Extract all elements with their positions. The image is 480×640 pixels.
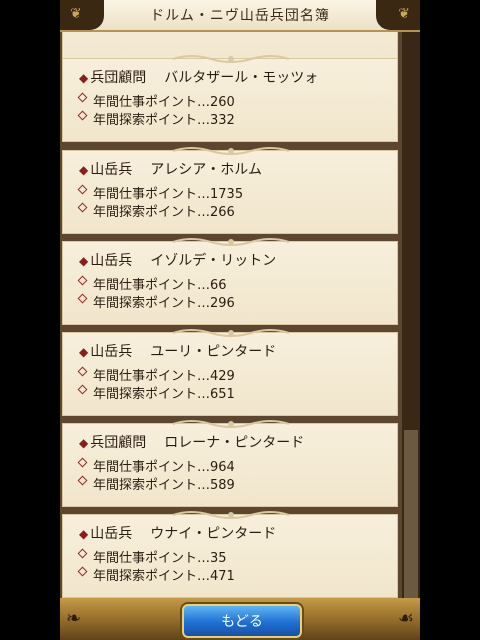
list-item[interactable]: ◆ 山岳兵 アレシア・ホルム 年間仕事ポイント…1735 年間探索ポイント…266 [62,147,398,234]
explore-points: 年間探索ポイント…471 [77,565,235,584]
diamond-outline-icon [77,548,88,559]
divider-ornament-icon [172,511,290,519]
list-item[interactable]: ◆ 山岳兵 イゾルデ・リットン 年間仕事ポイント…66 年間探索ポイント…296 [62,238,398,325]
list-item[interactable]: ◆ 山岳兵 ユーリ・ピンタード 年間仕事ポイント…429 年間探索ポイント…651 [62,329,398,416]
explore-points-label: 年間探索ポイント… [93,296,211,311]
diamond-icon: ◆ [79,71,89,85]
work-points: 年間仕事ポイント…429 [77,365,235,384]
explore-points: 年間探索ポイント…651 [77,383,235,402]
explore-points: 年間探索ポイント…332 [77,109,235,128]
member-title: ◆ 兵団顧問 ロレーナ・ピンタード [79,432,304,452]
ornament-icon: ❦ [70,6,82,22]
list-item[interactable]: ◆ 山岳兵 ウナイ・ピンタード 年間仕事ポイント…35 年間探索ポイント…471 [62,511,398,598]
divider-ornament-icon [172,420,290,428]
explore-points-label: 年間探索ポイント… [93,478,211,493]
work-points-value: 66 [210,278,227,293]
member-rank: 兵団顧問 [90,70,147,86]
work-points: 年間仕事ポイント…35 [77,547,227,566]
member-title: ◆ 兵団顧問 バルタザール・モッツォ [79,67,318,87]
explore-points-value: 266 [210,205,235,220]
member-name: アレシア・ホルム [150,162,262,178]
work-points-value: 260 [210,95,235,110]
explore-points-label: 年間探索ポイント… [93,387,211,402]
work-points-label: 年間仕事ポイント… [93,95,211,110]
diamond-outline-icon [77,475,88,486]
explore-points-value: 651 [210,387,235,402]
member-rank: 山岳兵 [90,253,133,269]
member-name: イゾルデ・リットン [150,253,277,269]
member-title: ◆ 山岳兵 イゾルデ・リットン [79,250,276,270]
member-name: ロレーナ・ピンタード [164,435,305,451]
member-rank: 山岳兵 [90,526,133,542]
work-points: 年間仕事ポイント…260 [77,91,235,110]
member-list[interactable]: ◆ 兵団顧問 バルタザール・モッツォ 年間仕事ポイント…260 年間探索ポイント…3… [60,30,402,598]
divider-ornament-icon [172,238,290,246]
header-ornament-right: ❦ [376,0,420,30]
explore-points: 年間探索ポイント…589 [77,474,235,493]
work-points-value: 964 [210,460,235,475]
diamond-outline-icon [77,384,88,395]
work-points-value: 35 [210,551,227,566]
diamond-icon: ◆ [79,345,89,359]
diamond-outline-icon [77,92,88,103]
back-button[interactable]: もどる [182,604,302,638]
diamond-icon: ◆ [79,254,89,268]
title-bar: ❦ ドルム・ニヴ山岳兵団名簿 ❦ [60,0,420,32]
diamond-icon: ◆ [79,527,89,541]
member-name: ユーリ・ピンタード [150,344,277,360]
page-title: ドルム・ニヴ山岳兵団名簿 [150,8,330,24]
diamond-icon: ◆ [79,436,89,450]
divider-ornament-icon [172,55,290,63]
diamond-outline-icon [77,293,88,304]
diamond-outline-icon [77,366,88,377]
work-points-label: 年間仕事ポイント… [93,278,211,293]
member-title: ◆ 山岳兵 ウナイ・ピンタード [79,523,276,543]
member-title: ◆ 山岳兵 アレシア・ホルム [79,159,262,179]
member-title: ◆ 山岳兵 ユーリ・ピンタード [79,341,276,361]
diamond-outline-icon [77,202,88,213]
work-points: 年間仕事ポイント…1735 [77,183,244,202]
explore-points: 年間探索ポイント…266 [77,201,235,220]
diamond-outline-icon [77,457,88,468]
diamond-outline-icon [77,184,88,195]
ornament-icon: ☙ [397,608,414,629]
explore-points-label: 年間探索ポイント… [93,205,211,220]
work-points: 年間仕事ポイント…66 [77,274,227,293]
explore-points-value: 589 [210,478,235,493]
work-points-label: 年間仕事ポイント… [93,369,211,384]
work-points-label: 年間仕事ポイント… [93,551,211,566]
divider-ornament-icon [172,147,290,155]
explore-points-value: 471 [210,569,235,584]
scrollbar-thumb[interactable] [404,430,418,598]
member-rank: 兵団顧問 [90,435,147,451]
member-name: ウナイ・ピンタード [150,526,277,542]
ornament-icon: ❦ [398,6,410,22]
diamond-outline-icon [77,566,88,577]
list-item[interactable]: ◆ 兵団顧問 ロレーナ・ピンタード 年間仕事ポイント…964 年間探索ポイント…58… [62,420,398,507]
game-screen: ❦ ドルム・ニヴ山岳兵団名簿 ❦ ◆ 兵団顧問 バルタザール・モッツォ 年間仕事ポイ… [60,0,420,640]
explore-points-value: 296 [210,296,235,311]
member-rank: 山岳兵 [90,162,133,178]
diamond-icon: ◆ [79,163,89,177]
header-ornament-left: ❦ [60,0,104,30]
member-name: バルタザール・モッツォ [164,70,319,86]
member-rank: 山岳兵 [90,344,133,360]
explore-points: 年間探索ポイント…296 [77,292,235,311]
divider-ornament-icon [172,329,290,337]
work-points-value: 1735 [210,187,244,202]
explore-points-label: 年間探索ポイント… [93,113,211,128]
explore-points-value: 332 [210,113,235,128]
work-points-label: 年間仕事ポイント… [93,187,211,202]
ornament-icon: ❧ [66,608,82,629]
work-points-value: 429 [210,369,235,384]
diamond-outline-icon [77,275,88,286]
explore-points-label: 年間探索ポイント… [93,569,211,584]
work-points-label: 年間仕事ポイント… [93,460,211,475]
list-item[interactable]: ◆ 兵団顧問 バルタザール・モッツォ 年間仕事ポイント…260 年間探索ポイント…3… [62,55,398,142]
diamond-outline-icon [77,110,88,121]
work-points: 年間仕事ポイント…964 [77,456,235,475]
